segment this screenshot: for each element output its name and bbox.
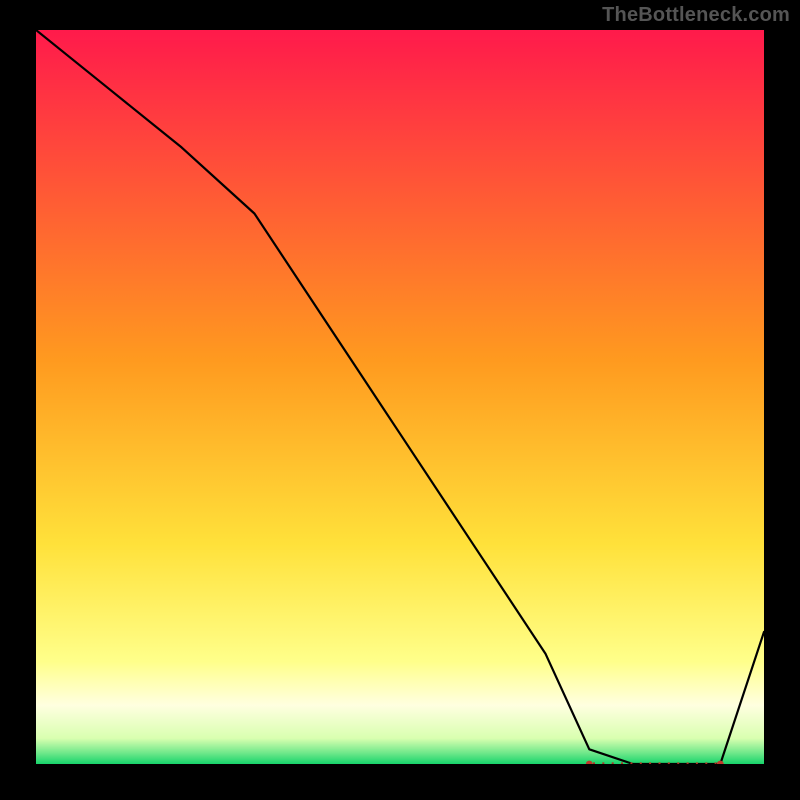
chart-canvas — [36, 30, 764, 764]
chart-frame: TheBottleneck.com — [0, 0, 800, 800]
watermark-text: TheBottleneck.com — [602, 4, 790, 27]
plot-area — [36, 30, 764, 764]
gradient-background — [36, 30, 764, 764]
